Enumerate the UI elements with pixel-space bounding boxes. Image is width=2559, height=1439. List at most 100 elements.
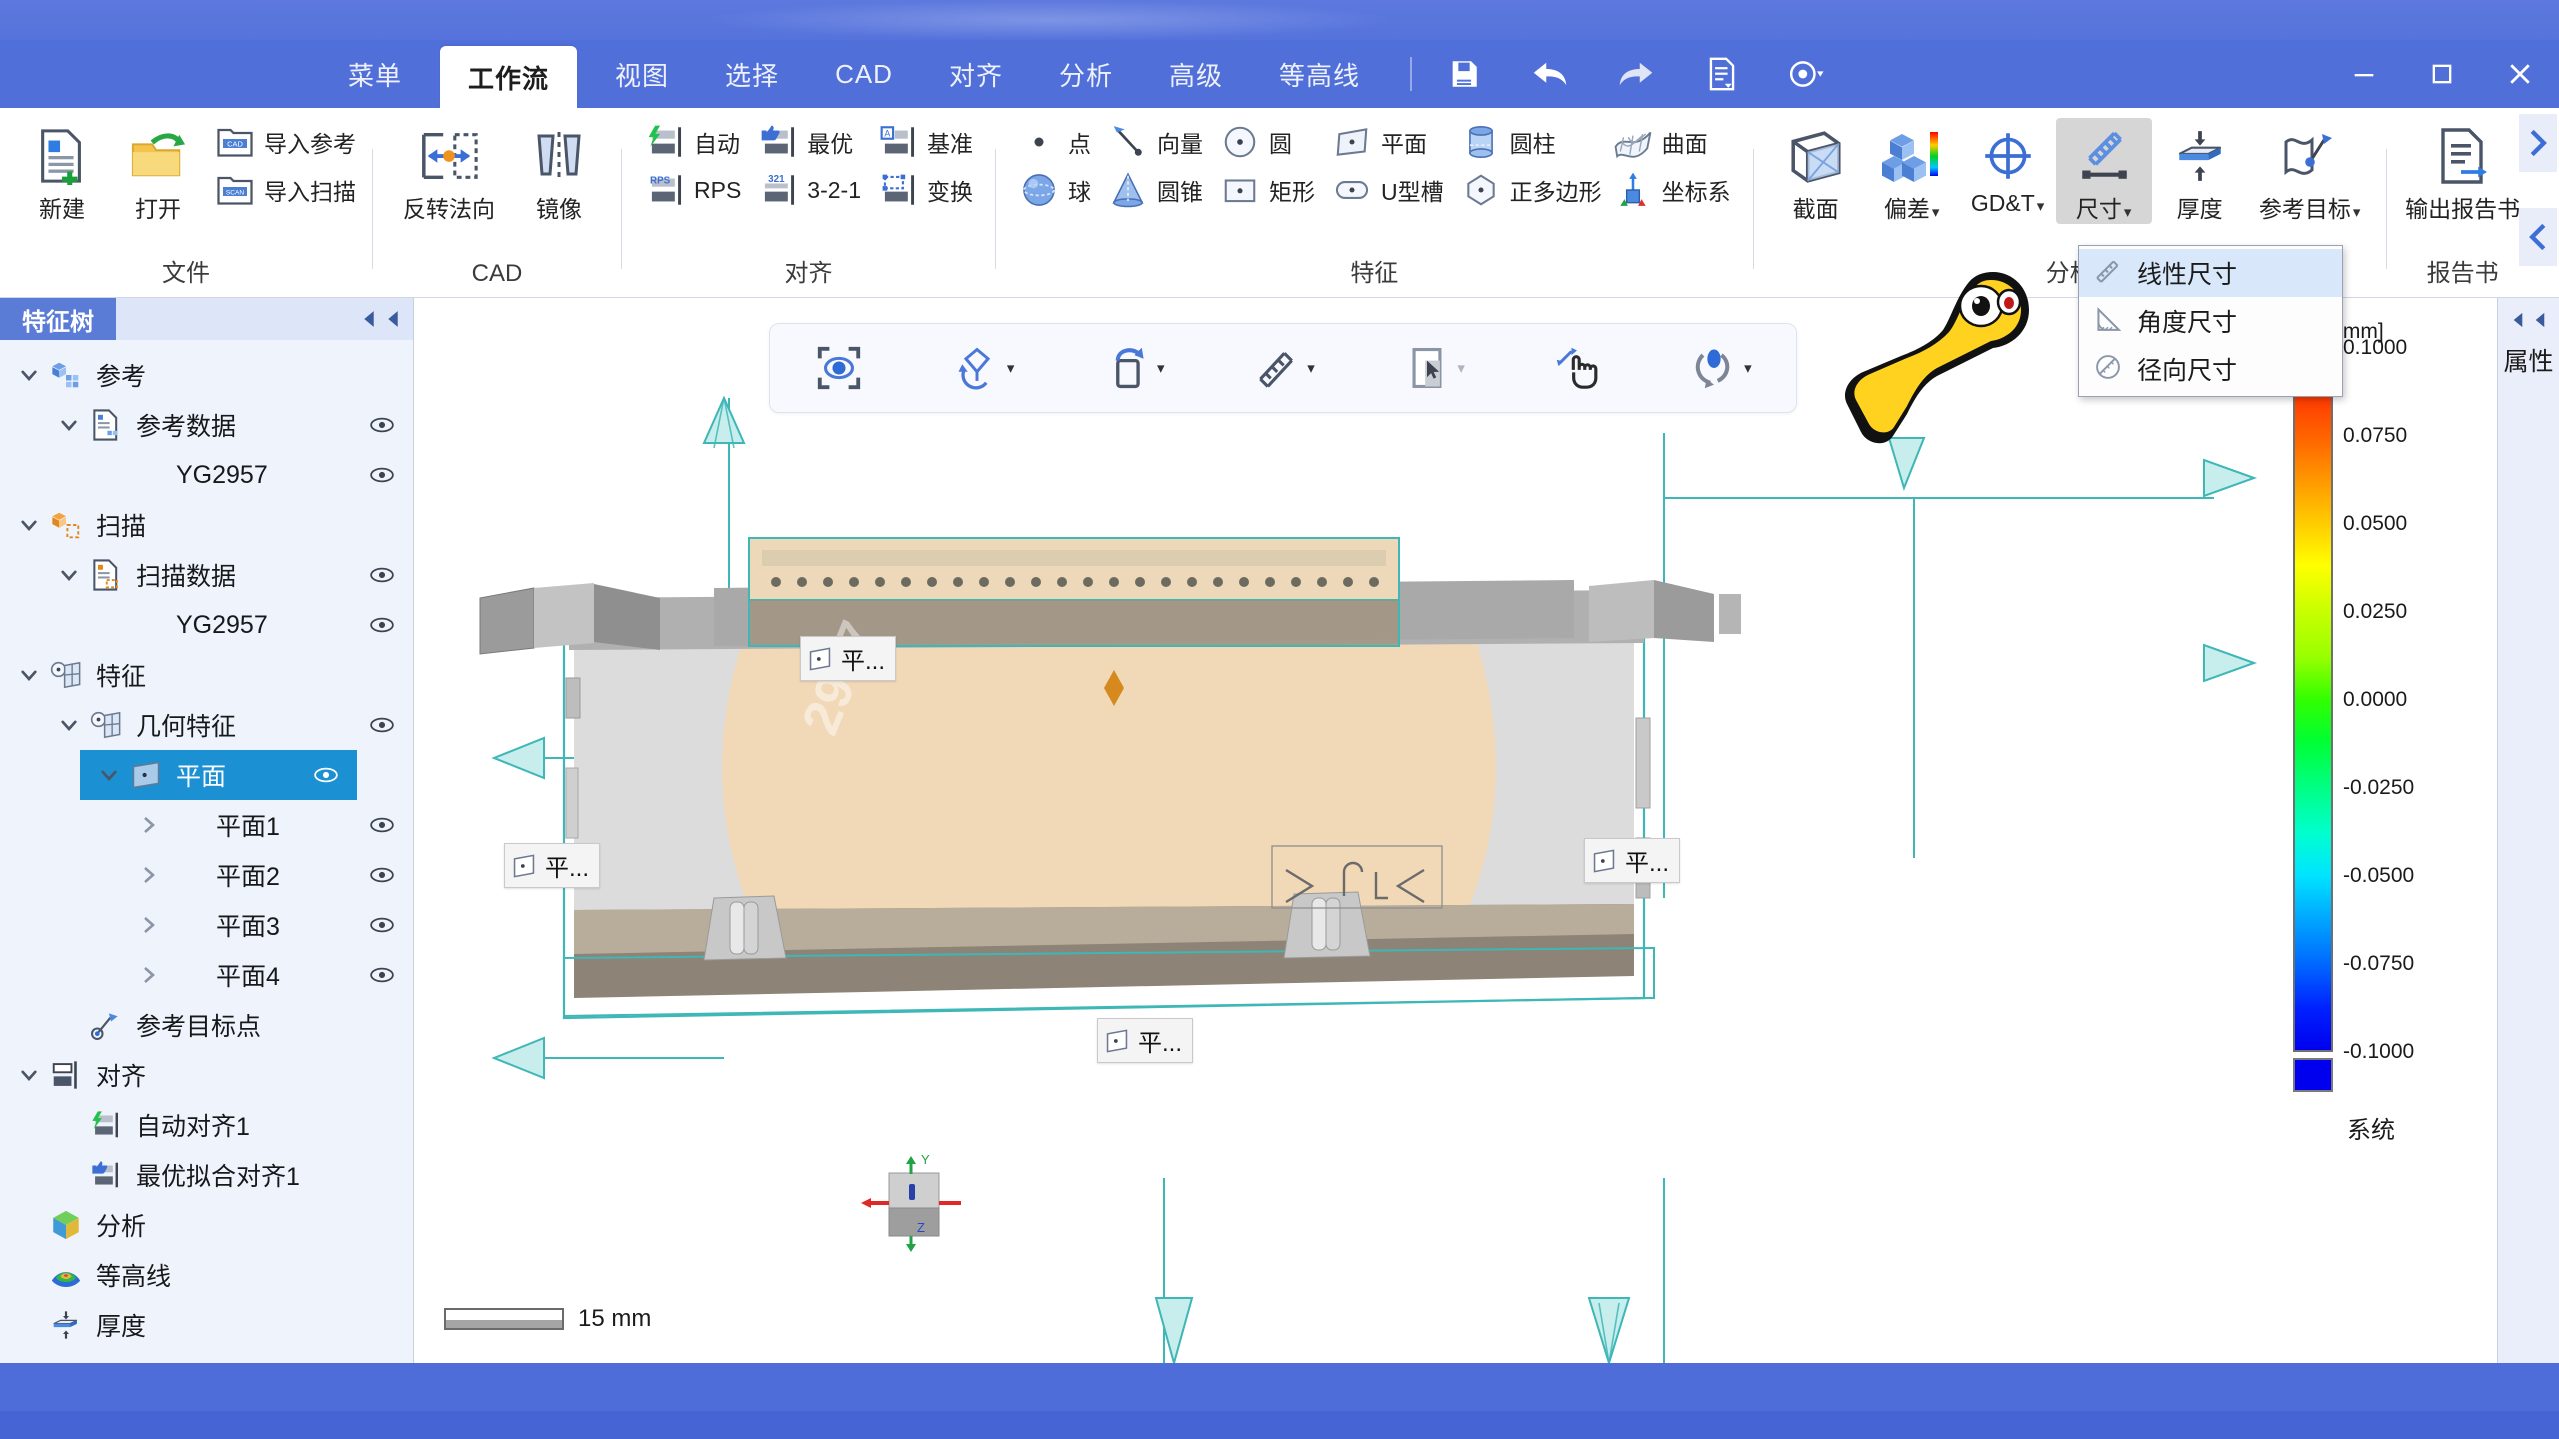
chevron-down-icon[interactable] — [52, 714, 86, 736]
tab-analysis[interactable]: 分析 — [1031, 40, 1141, 108]
tree-item-14[interactable]: 对齐 — [0, 1050, 413, 1100]
chevron-down-icon[interactable] — [92, 764, 126, 786]
menu-item-linear-dimension[interactable]: 线性尺寸 — [2079, 249, 2342, 297]
help-icon[interactable] — [1786, 52, 1830, 96]
tab-workflow[interactable]: 工作流 — [440, 46, 578, 108]
feature-cone-button[interactable]: 圆锥 — [1099, 166, 1211, 214]
feature-cylinder-button[interactable]: 圆柱 — [1452, 118, 1604, 166]
visibility-eye-icon[interactable] — [365, 864, 399, 886]
transform-button[interactable]: 变换 — [869, 166, 981, 214]
3d-viewport[interactable]: ▾ ▾ ▾ ▾ ▾ 平... 平... 平... 平... Y Z 15 mm — [414, 298, 2327, 1363]
undo-icon[interactable] — [1528, 52, 1572, 96]
tree-item-11[interactable]: 平面3 — [0, 900, 413, 950]
visibility-eye-icon[interactable] — [365, 614, 399, 636]
tab-select[interactable]: 选择 — [697, 40, 807, 108]
tab-view[interactable]: 视图 — [587, 40, 697, 108]
measure-button[interactable]: ▾ — [1245, 337, 1323, 399]
open-button[interactable]: 打开 — [110, 118, 206, 224]
tab-cad[interactable]: CAD — [807, 40, 921, 108]
rotate-view-button[interactable]: ▾ — [1095, 337, 1173, 399]
tab-contour[interactable]: 等高线 — [1251, 40, 1388, 108]
new-button[interactable]: 新建 — [14, 118, 110, 224]
visibility-eye-icon[interactable] — [365, 564, 399, 586]
close-button[interactable] — [2481, 40, 2559, 108]
visibility-eye-icon[interactable] — [365, 964, 399, 986]
visibility-eye-icon[interactable] — [365, 814, 399, 836]
tree-item-8[interactable]: 平面 — [80, 750, 357, 800]
feature-label-plane-right[interactable]: 平... — [1584, 838, 1681, 883]
properties-dock-collapse-button[interactable] — [2498, 298, 2559, 330]
deviation-button[interactable]: 偏差 ▾ — [1864, 118, 1960, 224]
datum-align-button[interactable]: A 基准 — [869, 118, 981, 166]
visibility-eye-icon[interactable] — [365, 714, 399, 736]
fit-view-button[interactable] — [806, 337, 872, 399]
tree-item-19[interactable]: 厚度 — [0, 1300, 413, 1350]
tree-item-10[interactable]: 平面2 — [0, 850, 413, 900]
chevron-down-icon[interactable] — [12, 514, 46, 536]
menu-item-angular-dimension[interactable]: 角度尺寸 — [2079, 297, 2342, 345]
dimension-button[interactable]: 尺寸 ▾ — [2055, 118, 2152, 224]
export-report-button[interactable]: 输出报告书 — [2401, 118, 2525, 224]
ribbon-expand-right-button[interactable] — [2519, 114, 2557, 172]
tree-item-13[interactable]: 参考目标点 — [0, 1000, 413, 1050]
feature-slot-button[interactable]: U型槽 — [1323, 166, 1452, 214]
feature-tree-collapse-button[interactable] — [359, 308, 403, 330]
chevron-right-icon[interactable] — [132, 964, 166, 986]
three-two-one-align-button[interactable]: 321 3-2-1 — [749, 166, 869, 214]
chevron-right-icon[interactable] — [132, 814, 166, 836]
tree-item-2[interactable]: YG2957 — [0, 450, 413, 500]
menu-item-radial-dimension[interactable]: 径向尺寸 — [2079, 345, 2342, 393]
chevron-down-icon[interactable] — [12, 664, 46, 686]
chevron-right-icon[interactable] — [132, 914, 166, 936]
flip-normal-button[interactable]: 反转法向 — [387, 118, 511, 224]
chevron-down-icon[interactable] — [52, 564, 86, 586]
properties-dock-label[interactable]: 属性 — [2498, 348, 2559, 377]
feature-label-plane-top[interactable]: 平... — [800, 636, 897, 681]
rps-align-button[interactable]: RPS RPS — [636, 166, 749, 214]
tree-item-4[interactable]: 扫描数据 — [0, 550, 413, 600]
tree-item-12[interactable]: 平面4 — [0, 950, 413, 1000]
orientation-axis-cube[interactable]: Y Z — [859, 1148, 969, 1258]
reference-target-button[interactable]: 参考目标 ▾ — [2248, 118, 2372, 224]
tab-advanced[interactable]: 高级 — [1141, 40, 1251, 108]
section-button[interactable]: 截面 — [1768, 118, 1864, 224]
tree-item-6[interactable]: 特征 — [0, 650, 413, 700]
gdt-button[interactable]: GD&T ▾ — [1960, 118, 2056, 217]
thickness-button[interactable]: 厚度 — [2152, 118, 2248, 224]
tree-item-18[interactable]: 等高线 — [0, 1250, 413, 1300]
import-reference-button[interactable]: CAD 导入参考 — [206, 118, 358, 166]
tree-item-3[interactable]: 扫描 — [0, 500, 413, 550]
report-icon[interactable] — [1700, 52, 1744, 96]
chevron-right-icon[interactable] — [132, 864, 166, 886]
visibility-eye-icon[interactable] — [365, 414, 399, 436]
tree-item-5[interactable]: YG2957 — [0, 600, 413, 650]
clipping-plane-button[interactable]: ▾ — [1395, 337, 1473, 399]
view-orientation-button[interactable]: ▾ — [945, 337, 1023, 399]
auto-align-button[interactable]: 自动 — [636, 118, 749, 166]
pan-zoom-button[interactable] — [1545, 337, 1609, 399]
tree-item-7[interactable]: 几何特征 — [0, 700, 413, 750]
tree-item-17[interactable]: 分析 — [0, 1200, 413, 1250]
visibility-eye-icon[interactable] — [309, 764, 343, 786]
feature-plane-button[interactable]: 平面 — [1323, 118, 1452, 166]
rotate-object-button[interactable]: ▾ — [1682, 337, 1760, 399]
import-scan-button[interactable]: SCAN 导入扫描 — [206, 166, 358, 214]
feature-label-plane-left[interactable]: 平... — [504, 843, 601, 888]
redo-icon[interactable] — [1614, 52, 1658, 96]
feature-polygon-button[interactable]: 正多边形 — [1452, 166, 1604, 214]
tab-align[interactable]: 对齐 — [921, 40, 1031, 108]
chevron-down-icon[interactable] — [52, 414, 86, 436]
feature-label-plane-bottom[interactable]: 平... — [1097, 1018, 1194, 1063]
feature-surface-button[interactable]: 曲面 — [1604, 118, 1739, 166]
tree-item-0[interactable]: 参考 — [0, 350, 413, 400]
visibility-eye-icon[interactable] — [365, 914, 399, 936]
feature-vector-button[interactable]: 向量 — [1099, 118, 1211, 166]
visibility-eye-icon[interactable] — [365, 464, 399, 486]
chevron-down-icon[interactable] — [12, 364, 46, 386]
mirror-button[interactable]: 镜像 — [511, 118, 607, 224]
ribbon-expand-left-button[interactable] — [2519, 208, 2557, 266]
best-fit-align-button[interactable]: 最优 — [749, 118, 869, 166]
feature-rectangle-button[interactable]: 矩形 — [1211, 166, 1323, 214]
tree-item-15[interactable]: 自动对齐1 — [0, 1100, 413, 1150]
save-icon[interactable] — [1442, 52, 1486, 96]
